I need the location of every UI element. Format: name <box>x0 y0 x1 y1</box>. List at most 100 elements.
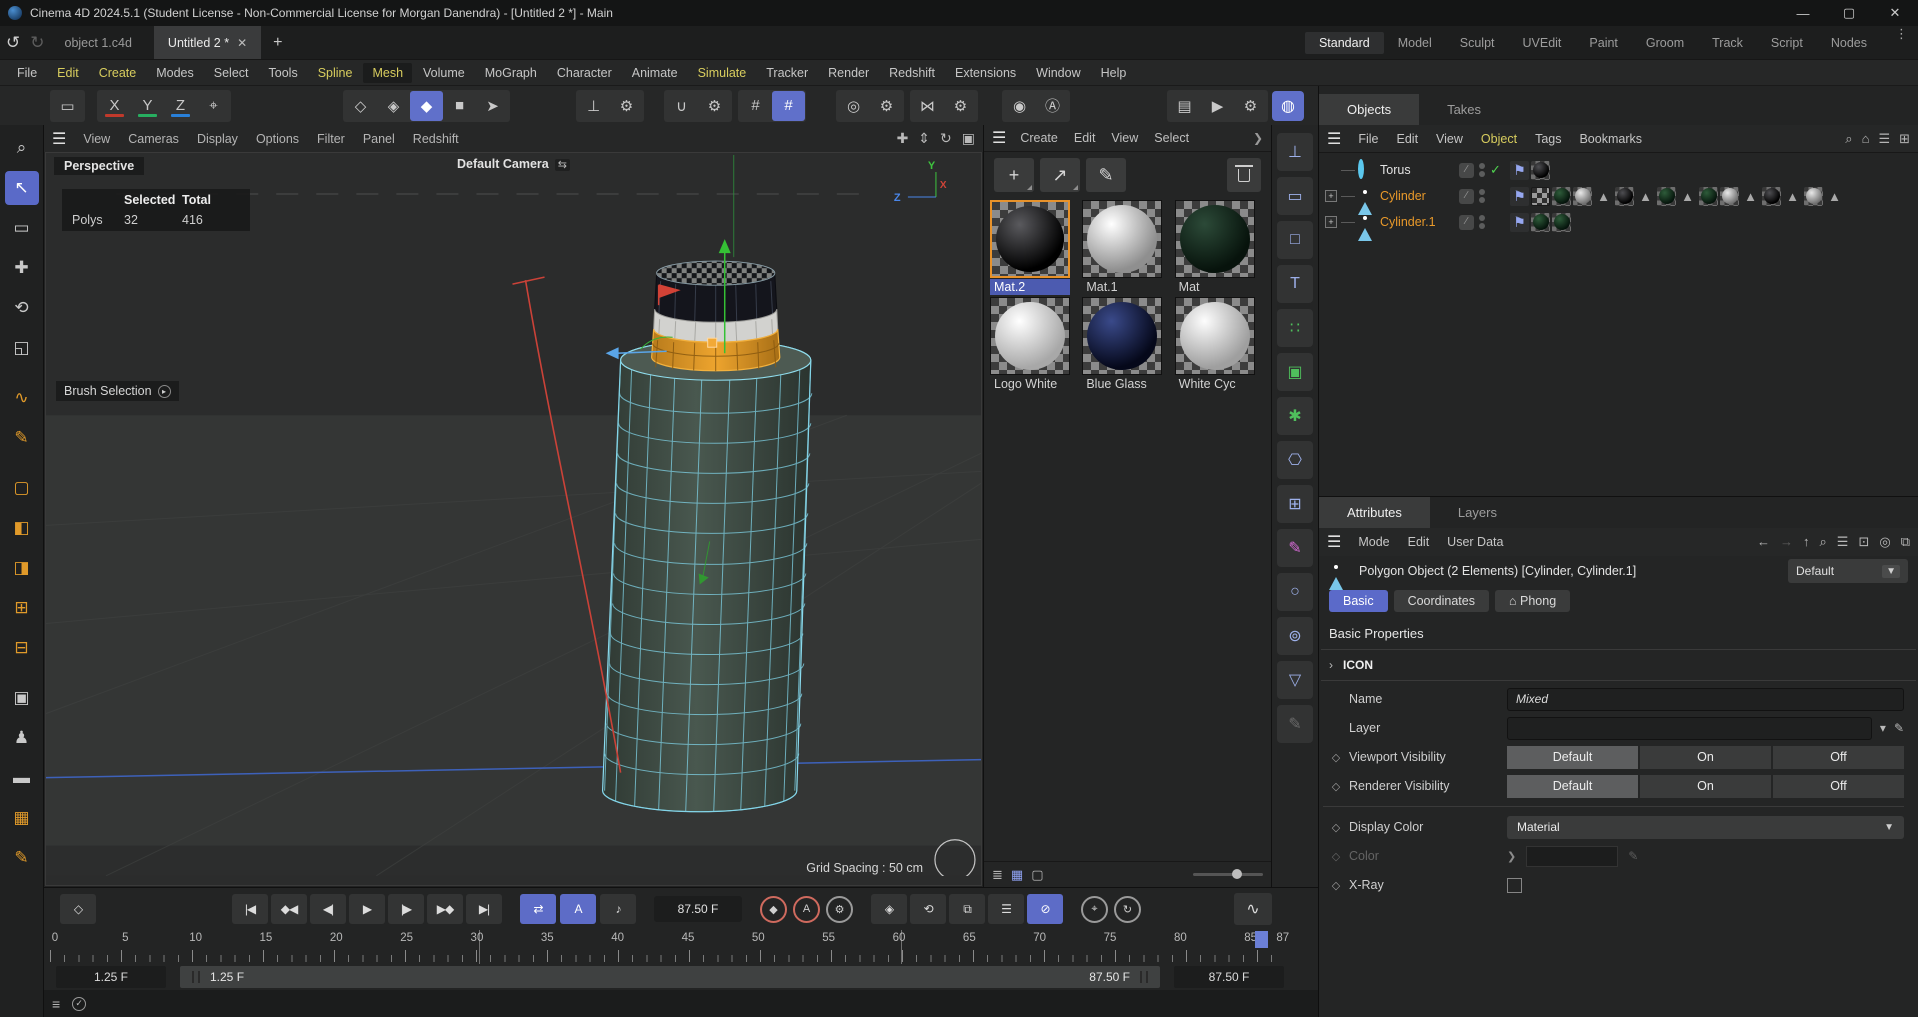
layout-tab[interactable]: Model <box>1384 32 1446 54</box>
toolbar-button[interactable]: Ⓐ <box>1036 91 1069 121</box>
attribute-toolbar-icon[interactable]: ⧉ <box>1901 534 1910 550</box>
tool-button[interactable]: ▭ <box>5 211 39 245</box>
status-menu-icon[interactable]: ≡ <box>52 996 60 1012</box>
toolbar-button[interactable]: ⚙ <box>698 91 731 121</box>
edit-toggle-icon[interactable]: ∕ <box>1459 215 1474 230</box>
tool-button[interactable]: ⊟ <box>5 631 39 665</box>
visibility-option-button[interactable]: On <box>1640 775 1771 798</box>
object-tag-icon[interactable] <box>1804 187 1823 206</box>
close-button[interactable]: ✕ <box>1872 0 1918 26</box>
layout-tab[interactable]: Track <box>1698 32 1757 54</box>
transport-button[interactable]: ▶◆ <box>427 894 463 924</box>
object-tag-icon[interactable]: ▲ <box>1783 187 1802 206</box>
maximize-button[interactable]: ▢ <box>1826 0 1872 26</box>
toolbar-button[interactable]: ◇ <box>344 91 377 121</box>
object-name[interactable]: Cylinder.1 <box>1380 215 1436 229</box>
loop-playback-button[interactable]: ⇄ <box>520 894 556 924</box>
palette-tool-button[interactable]: ✱ <box>1277 397 1313 435</box>
toolbar-button[interactable]: ⚙ <box>944 91 977 121</box>
toolbar-button[interactable]: ▭ <box>51 91 84 121</box>
redo-icon[interactable]: ↻ <box>30 33 44 53</box>
menu-item[interactable]: Redshift <box>880 63 944 83</box>
toolbar-button[interactable]: ◎ <box>837 91 870 121</box>
material-tile[interactable]: Mat.1 <box>1082 200 1172 295</box>
palette-tool-button[interactable]: ▣ <box>1277 353 1313 391</box>
menu-item[interactable]: Simulate <box>689 63 756 83</box>
viewport-nav-icon[interactable]: ⇕ <box>918 130 930 147</box>
toolbar-button[interactable]: ⌖ <box>197 91 230 121</box>
viewport-menu-item[interactable]: Cameras <box>119 129 188 149</box>
timeline-ruler[interactable]: 0 5 10 15 20 25 30 <box>50 930 1284 964</box>
layout-tab[interactable]: Nodes <box>1817 32 1881 54</box>
viewport-canvas[interactable]: Y X Z Perspective Default Camera⇆ <box>45 152 982 886</box>
eyedropper-icon[interactable]: ✎ <box>1894 721 1904 735</box>
layout-tab[interactable]: Paint <box>1575 32 1632 54</box>
object-menu-item[interactable]: View <box>1427 129 1472 149</box>
menu-item[interactable]: Spline <box>309 63 362 83</box>
material-tile[interactable]: Mat <box>1175 200 1265 295</box>
section-tab[interactable]: Coordinates <box>1394 590 1489 612</box>
fcurve-editor-button[interactable]: ∿ <box>1234 893 1272 925</box>
edit-toggle-icon[interactable]: ∕ <box>1459 163 1474 178</box>
material-name[interactable]: Mat.1 <box>1082 279 1162 295</box>
keying-option-button[interactable]: ⧉ <box>949 894 985 924</box>
minimize-button[interactable]: — <box>1780 0 1826 26</box>
palette-tool-button[interactable]: ⊞ <box>1277 485 1313 523</box>
palette-tool-button[interactable]: ○ <box>1277 573 1313 611</box>
transport-button[interactable]: |◀ <box>232 894 268 924</box>
toolbar-button[interactable]: ■ <box>443 91 476 121</box>
expand-arrow-icon[interactable]: ❯ <box>1507 850 1516 863</box>
layout-tab[interactable]: UVEdit <box>1509 32 1576 54</box>
tool-button[interactable]: ✎ <box>5 421 39 455</box>
tool-button[interactable]: ✎ <box>5 841 39 875</box>
attribute-menu-item[interactable]: User Data <box>1438 532 1512 552</box>
viewport-menu-item[interactable]: Redshift <box>404 129 468 149</box>
range-slider[interactable]: 1.25 F 87.50 F <box>180 966 1160 988</box>
record-button[interactable]: ◆ <box>760 896 787 923</box>
toolbar-button[interactable]: ⋈ <box>911 91 944 121</box>
material-name[interactable]: Logo White <box>990 376 1070 392</box>
object-tag-icon[interactable] <box>1573 187 1592 206</box>
expand-icon[interactable]: + <box>1325 216 1337 228</box>
visibility-option-button[interactable]: On <box>1640 746 1771 769</box>
render-button[interactable]: ▶ <box>1201 91 1234 121</box>
brush-flyout-icon[interactable]: ▸ <box>158 385 171 398</box>
material-tool-button[interactable]: ✎ <box>1086 158 1126 192</box>
section-tab[interactable]: Basic <box>1329 590 1388 612</box>
icon-group-header[interactable]: ›ICON <box>1319 650 1918 680</box>
animate-diamond-icon[interactable]: ◇ <box>1323 751 1349 764</box>
menu-item[interactable]: Create <box>90 63 146 83</box>
tool-button[interactable]: ⟲ <box>5 291 39 325</box>
object-name[interactable]: Torus <box>1380 163 1411 177</box>
tool-button[interactable]: ✚ <box>5 251 39 285</box>
layout-tab[interactable]: Groom <box>1632 32 1698 54</box>
current-frame-field[interactable]: 87.50 F <box>654 896 742 922</box>
enable-check-icon[interactable]: ✓ <box>1490 162 1504 178</box>
object-tag-icon[interactable]: ⚑ <box>1510 187 1529 206</box>
name-field[interactable]: Mixed <box>1507 688 1904 711</box>
menu-item[interactable]: Volume <box>414 63 474 83</box>
palette-tool-button[interactable]: T <box>1277 265 1313 303</box>
toolbar-button[interactable]: ⊥ <box>577 91 610 121</box>
object-tag-icon[interactable]: ▲ <box>1636 187 1655 206</box>
panel-tab[interactable]: Objects <box>1319 94 1419 125</box>
menu-item[interactable]: Extensions <box>946 63 1025 83</box>
toolbar-button[interactable]: ◆ <box>410 91 443 121</box>
object-tag-icon[interactable] <box>1762 187 1781 206</box>
viewport-menu-item[interactable]: View <box>74 129 119 149</box>
keying-option-button[interactable]: ⊘ <box>1027 894 1063 924</box>
interactive-record-button[interactable]: ↻ <box>1114 896 1141 923</box>
menu-item[interactable]: Help <box>1092 63 1136 83</box>
menu-item[interactable]: Select <box>205 63 258 83</box>
toolbar-button[interactable]: Z <box>164 91 197 121</box>
attribute-toolbar-icon[interactable]: ☰ <box>1837 534 1849 550</box>
material-thumbnail[interactable] <box>990 297 1070 375</box>
palette-tool-button[interactable]: ✎ <box>1277 529 1313 567</box>
render-button[interactable]: ▤ <box>1168 91 1201 121</box>
new-document-button[interactable]: + <box>261 26 294 59</box>
layout-tab[interactable]: Script <box>1757 32 1817 54</box>
record-button[interactable]: ⚙ <box>826 896 853 923</box>
material-view-mode-icon[interactable]: ≣ <box>992 867 1003 883</box>
attribute-toolbar-icon[interactable]: ← <box>1757 534 1770 550</box>
object-menu-item[interactable]: Object <box>1472 129 1526 149</box>
